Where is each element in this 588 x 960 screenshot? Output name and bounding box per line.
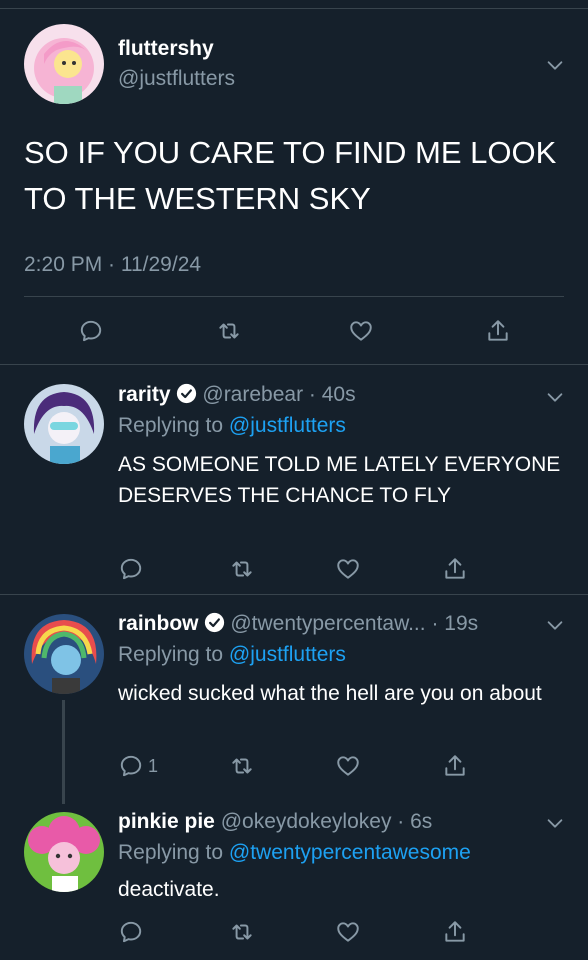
reply-text: AS SOMEONE TOLD ME LATELY EVERYONE DESER… (118, 453, 561, 507)
replying-to-link[interactable]: @justflutters (229, 643, 346, 666)
like-icon[interactable] (335, 753, 361, 779)
handle[interactable]: @twentypercentaw... (230, 612, 425, 635)
display-name[interactable]: rarity (118, 383, 171, 406)
replying-to-label: Replying to (118, 841, 224, 864)
chevron-down-icon[interactable] (544, 812, 566, 834)
retweet-icon[interactable] (229, 919, 255, 945)
avatar-rarity[interactable] (24, 384, 104, 464)
chevron-down-icon[interactable] (544, 614, 566, 636)
tweet-age[interactable]: · 6s (397, 810, 432, 833)
like-icon[interactable] (335, 556, 361, 582)
thread-connector (62, 700, 65, 804)
avatar-rainbow[interactable] (24, 614, 104, 694)
tweet-age[interactable]: · 40s (309, 383, 356, 406)
avatar-pinkie-pie[interactable] (24, 812, 104, 892)
retweet-icon[interactable] (229, 753, 255, 779)
timestamp[interactable]: 2:20 PM · 11/29/24 (24, 253, 201, 277)
display-name[interactable]: pinkie pie (118, 810, 215, 833)
reply-icon[interactable] (118, 753, 144, 779)
avatar-fluttershy[interactable] (24, 24, 104, 104)
replying-to-label: Replying to (118, 643, 224, 666)
share-icon[interactable] (442, 753, 468, 779)
tweet-age[interactable]: · 19s (431, 612, 478, 635)
reply-count: 1 (148, 756, 159, 776)
divider (0, 594, 588, 595)
chevron-down-icon[interactable] (544, 386, 566, 408)
like-icon[interactable] (335, 919, 361, 945)
share-icon[interactable] (442, 556, 468, 582)
handle[interactable]: @justflutters (118, 67, 235, 90)
handle[interactable]: @rarebear (202, 383, 303, 406)
display-name[interactable]: fluttershy (118, 37, 214, 60)
retweet-icon[interactable] (216, 318, 242, 344)
reply-text: deactivate. (118, 878, 220, 901)
tweet-text: SO IF YOU CARE TO FIND ME LOOK TO THE WE… (24, 135, 557, 216)
verified-badge-icon (176, 383, 197, 404)
chevron-down-icon[interactable] (544, 54, 566, 76)
reply-icon[interactable] (118, 556, 144, 582)
divider (24, 296, 564, 297)
reply-text: wicked sucked what the hell are you on a… (118, 682, 542, 705)
reply-icon[interactable] (118, 919, 144, 945)
replying-to-link[interactable]: @justflutters (229, 414, 346, 437)
share-icon[interactable] (442, 919, 468, 945)
like-icon[interactable] (348, 318, 374, 344)
retweet-icon[interactable] (229, 556, 255, 582)
replying-to-label: Replying to (118, 414, 224, 437)
divider (0, 364, 588, 365)
display-name[interactable]: rainbow (118, 612, 199, 635)
verified-badge-icon (204, 612, 225, 633)
handle[interactable]: @okeydokeylokey (221, 810, 392, 833)
reply-icon[interactable] (78, 318, 104, 344)
top-border (0, 0, 588, 9)
replying-to-link[interactable]: @twentypercentawesome (229, 841, 471, 864)
share-icon[interactable] (485, 318, 511, 344)
